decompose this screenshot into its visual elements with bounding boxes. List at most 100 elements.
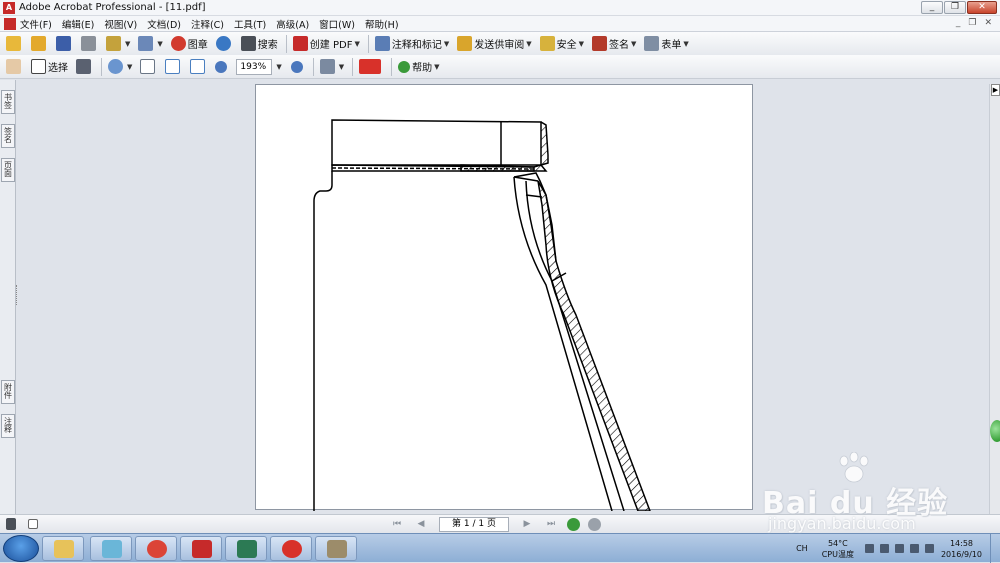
menu-window[interactable]: 窗口(W): [319, 17, 355, 31]
menu-file[interactable]: 文件(F): [20, 17, 52, 31]
open-button[interactable]: [28, 34, 51, 54]
doc-close-button[interactable]: ✕: [984, 18, 992, 28]
menu-help[interactable]: 帮助(H): [365, 17, 399, 31]
usb-icon[interactable]: [894, 544, 904, 553]
taskbar-chrome[interactable]: [135, 536, 177, 561]
page-layout-icon[interactable]: [28, 519, 38, 529]
forms-label: 表单: [661, 40, 682, 51]
zoom-level-input[interactable]: 193%: [236, 58, 273, 75]
tab-pages[interactable]: 页面: [1, 158, 15, 182]
forms-button[interactable]: 表单 ▼: [641, 34, 691, 54]
stamp-button[interactable]: 图章: [168, 34, 211, 54]
actual-size-icon: [140, 59, 156, 74]
print-button[interactable]: [78, 34, 101, 54]
create-pdf-icon: [292, 36, 308, 51]
taskbar-acrobat[interactable]: [180, 536, 222, 561]
tab-comments[interactable]: 注释: [1, 414, 15, 438]
taskbar-explorer[interactable]: [42, 536, 84, 561]
select-tool-button[interactable]: 选择: [28, 57, 71, 77]
acrobat-icon: [192, 540, 212, 558]
menu-tools[interactable]: 工具(T): [234, 17, 266, 31]
next-view-icon[interactable]: [588, 517, 601, 531]
toolbar-separator: [391, 57, 393, 76]
taskbar-app-xiu[interactable]: [270, 536, 312, 561]
dropdown-arrow-icon: ▼: [157, 39, 163, 48]
hand-icon: [6, 59, 21, 74]
document-window-controls: _ ❐ ✕: [956, 18, 992, 28]
last-page-button[interactable]: ⏭: [544, 517, 558, 531]
plugin-button[interactable]: [356, 57, 386, 77]
start-button[interactable]: [3, 535, 39, 562]
scroll-right-arrow-icon[interactable]: ▶: [991, 84, 1000, 96]
minimize-button[interactable]: _: [921, 1, 943, 14]
attach-button[interactable]: ▼: [135, 34, 165, 54]
panel-splitter[interactable]: [16, 285, 19, 305]
fit-width-button[interactable]: [187, 57, 210, 77]
page-number-field[interactable]: 第 1 / 1 页: [439, 516, 509, 532]
menu-advanced[interactable]: 高级(A): [276, 17, 309, 31]
comment-markup-button[interactable]: 注释和标记 ▼: [372, 34, 452, 54]
clock[interactable]: 14:58 2016/9/10: [941, 538, 982, 560]
taskbar-autocad[interactable]: [225, 536, 267, 561]
windows-taskbar: CH 54°C CPU温度 14:58 2016/9/10: [0, 533, 1000, 563]
first-page-button[interactable]: ⏮: [390, 517, 404, 531]
tab-attachments[interactable]: 附件: [1, 380, 15, 404]
paperclip-icon: [138, 36, 154, 51]
web-button[interactable]: [213, 34, 236, 54]
taskbar-paint[interactable]: [315, 536, 357, 561]
input-language[interactable]: CH: [796, 544, 808, 553]
restore-button[interactable]: ❐: [944, 1, 966, 14]
next-page-button[interactable]: ▶: [520, 517, 534, 531]
fit-page-icon: [165, 59, 181, 74]
volume-icon[interactable]: [924, 544, 934, 553]
organizer-button[interactable]: ▼: [103, 34, 133, 54]
menu-view[interactable]: 视图(V): [104, 17, 137, 31]
send-review-button[interactable]: 发送供审阅 ▼: [454, 34, 534, 54]
app-icon: [102, 540, 122, 558]
actual-size-button[interactable]: [137, 57, 160, 77]
menu-edit[interactable]: 编辑(E): [62, 17, 94, 31]
navigation-toolbar: 选择 ▼ 193% ▼ ▼ 帮助 ▼: [0, 55, 1000, 79]
security-button[interactable]: 安全 ▼: [537, 34, 587, 54]
plugin-logo-icon: [359, 59, 382, 74]
close-button[interactable]: ✕: [967, 1, 997, 14]
title-bar: A Adobe Acrobat Professional - [11.pdf] …: [0, 0, 1000, 16]
create-pdf-button[interactable]: 创建 PDF ▼: [290, 34, 363, 54]
snapshot-button[interactable]: [73, 57, 96, 77]
doc-minimize-button[interactable]: _: [956, 18, 961, 28]
search-button[interactable]: 搜索: [238, 34, 281, 54]
text-cursor-icon: [31, 59, 46, 74]
shield-icon[interactable]: [909, 544, 919, 553]
send-review-icon: [457, 36, 473, 51]
previous-view-icon[interactable]: [567, 517, 580, 531]
show-desktop-button[interactable]: [990, 534, 1000, 563]
menu-bar: 文件(F) 编辑(E) 视图(V) 文档(D) 注释(C) 工具(T) 高级(A…: [0, 16, 1000, 32]
navigation-panel-tabs: 书签 签名 页面 附件 注释: [0, 80, 16, 514]
fit-page-button[interactable]: [162, 57, 185, 77]
menu-comments[interactable]: 注释(C): [191, 17, 224, 31]
tab-signatures[interactable]: 签名: [1, 124, 15, 148]
zoom-tool-button[interactable]: ▼: [105, 57, 135, 77]
previous-page-button[interactable]: ◀: [414, 517, 428, 531]
sign-button[interactable]: 签名 ▼: [589, 34, 639, 54]
network-icon[interactable]: [879, 544, 889, 553]
vertical-scrollbar[interactable]: ▶: [989, 84, 1000, 514]
hand-tool-button[interactable]: [3, 57, 26, 77]
tray-arrow-icon[interactable]: [864, 544, 874, 553]
zoom-in-button[interactable]: [282, 57, 308, 77]
clock-date: 2016/9/10: [940, 549, 982, 559]
menu-document[interactable]: 文档(D): [147, 17, 181, 31]
zoom-out-button[interactable]: [212, 57, 232, 77]
help-label: 帮助: [412, 63, 433, 74]
taskbar-app-2[interactable]: [90, 536, 132, 561]
help-button[interactable]: 帮助 ▼: [395, 57, 442, 77]
cpu-temp-value: 54°C: [827, 538, 848, 548]
rotate-button[interactable]: ▼: [317, 57, 347, 77]
save-button[interactable]: [53, 34, 76, 54]
doc-restore-button[interactable]: ❐: [968, 18, 976, 28]
create-button[interactable]: [3, 34, 26, 54]
document-menu-icon[interactable]: [4, 17, 16, 30]
tab-bookmarks[interactable]: 书签: [1, 90, 15, 114]
security-label: 安全: [556, 40, 577, 51]
lock-icon: [539, 36, 555, 51]
